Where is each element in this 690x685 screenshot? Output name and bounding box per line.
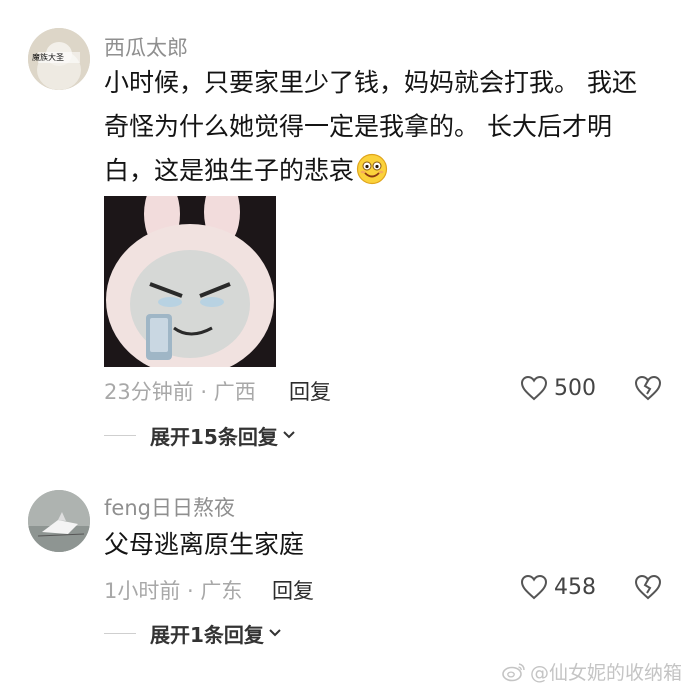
comment-text: 父母逃离原生家庭 xyxy=(104,525,664,565)
username[interactable]: feng日日熬夜 xyxy=(104,492,235,522)
reply-button[interactable]: 回复 xyxy=(289,376,331,406)
divider xyxy=(104,632,136,634)
comment-meta: 1小时前 · 广东 xyxy=(104,579,243,603)
rabbit-meme-icon xyxy=(104,196,276,367)
heart-outline-icon xyxy=(520,574,548,600)
comment-meta: 23分钟前 · 广西 xyxy=(104,380,256,404)
expand-replies-label: 展开15条回复 xyxy=(150,424,278,449)
like-count: 458 xyxy=(554,574,596,600)
reply-button[interactable]: 回复 xyxy=(272,575,314,605)
expand-replies[interactable]: 展开1条回复 xyxy=(104,618,282,648)
comment-text-line: 父母逃离原生家庭 xyxy=(104,530,305,559)
broken-heart-icon xyxy=(634,574,662,600)
chevron-down-icon xyxy=(283,431,295,439)
divider xyxy=(104,434,136,436)
avatar[interactable] xyxy=(28,490,90,552)
dislike-button[interactable] xyxy=(633,572,663,602)
watermark: @仙女妮的收纳箱 xyxy=(502,658,682,685)
like-button[interactable]: 458 xyxy=(520,572,596,602)
expand-replies-label: 展开1条回复 xyxy=(150,622,264,647)
avatar-image xyxy=(28,490,90,552)
comment-item: feng日日熬夜 父母逃离原生家庭 1小时前 · 广东 回复 458 展开1条回… xyxy=(0,0,690,647)
watermark-text: @仙女妮的收纳箱 xyxy=(529,662,682,684)
like-count: 500 xyxy=(554,375,596,401)
like-button[interactable]: 500 xyxy=(520,373,596,403)
chevron-down-icon xyxy=(269,629,281,637)
weibo-logo-icon xyxy=(502,662,525,681)
heart-outline-icon xyxy=(520,375,548,401)
expand-replies[interactable]: 展开15条回复 xyxy=(104,420,296,450)
dislike-button[interactable] xyxy=(633,373,663,403)
broken-heart-icon xyxy=(634,375,662,401)
sticker-image[interactable] xyxy=(104,196,276,367)
